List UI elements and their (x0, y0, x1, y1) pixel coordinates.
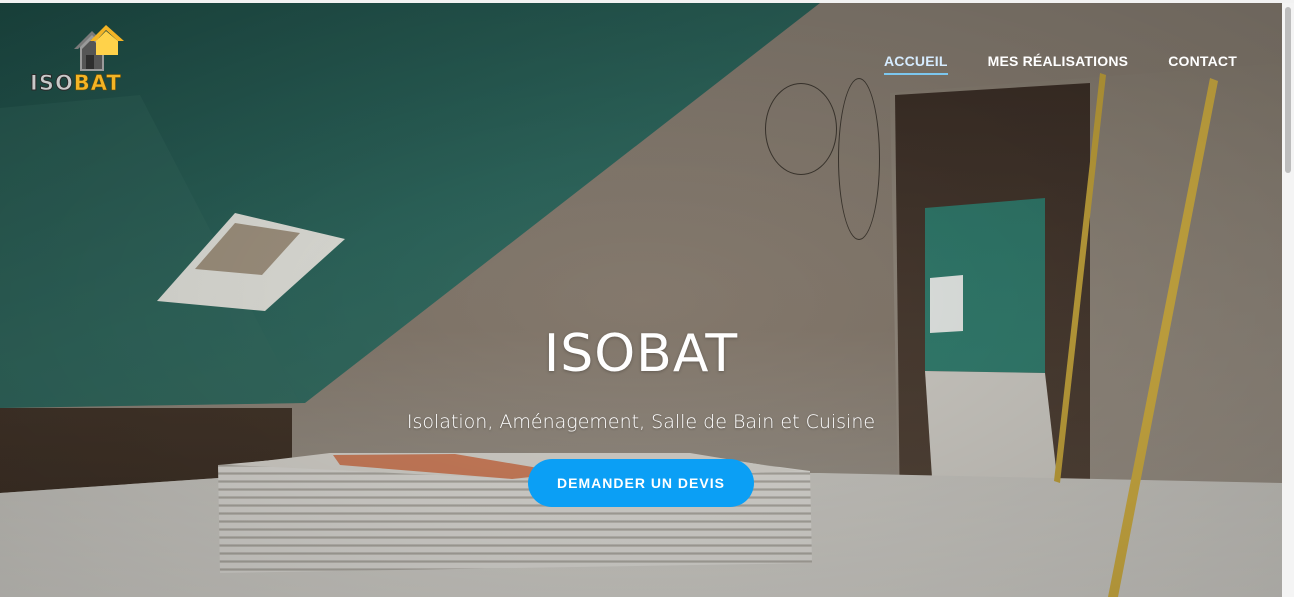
logo-wordmark: ISOBAT (30, 71, 122, 96)
hero-subtitle: Isolation, Aménagement, Salle de Bain et… (406, 411, 876, 433)
logo-text-bat: BAT (73, 71, 122, 96)
site-logo[interactable]: ISOBAT (28, 25, 168, 97)
main-nav: ACCUEIL MES RÉALISATIONS CONTACT (844, 51, 1237, 75)
background-overlay (0, 3, 1282, 597)
scrollbar[interactable] (1282, 3, 1294, 597)
nav-item-accueil[interactable]: ACCUEIL (883, 51, 948, 75)
hero-title: ISOBAT (543, 324, 739, 384)
logo-text-iso: ISO (30, 71, 74, 96)
scrollbar-thumb[interactable] (1285, 7, 1291, 173)
nav-item-realisations[interactable]: MES RÉALISATIONS (988, 51, 1129, 75)
house-logo-icon (74, 25, 124, 71)
hero-section: ISOBAT ACCUEIL MES RÉALISATIONS CONTACT … (0, 3, 1282, 597)
request-quote-button[interactable]: DEMANDER UN DEVIS (528, 459, 754, 507)
nav-item-contact[interactable]: CONTACT (1168, 51, 1237, 75)
